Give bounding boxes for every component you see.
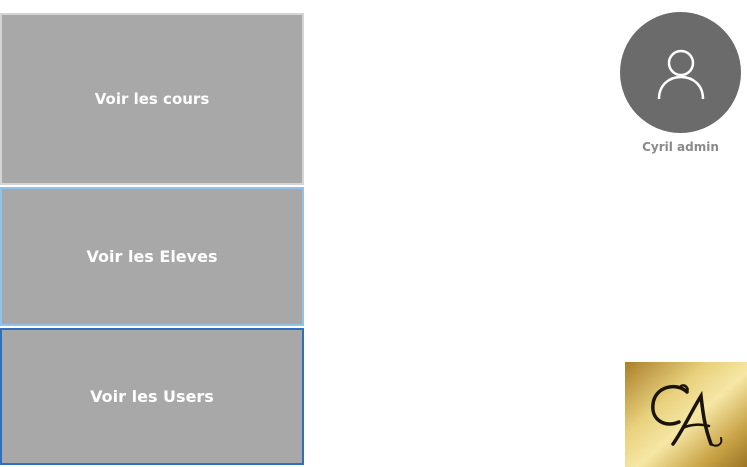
user-silhouette-icon [657,49,704,99]
view-users-button[interactable]: Voir les Users [0,328,304,465]
view-students-button[interactable]: Voir les Eleves [0,187,304,326]
app-window: Voir les cours Voir les Eleves Voir les … [0,0,747,467]
avatar [620,12,741,133]
view-courses-button[interactable]: Voir les cours [0,13,304,185]
view-courses-label: Voir les cours [94,90,210,108]
user-name: Cyril admin [642,140,719,154]
view-users-label: Voir les Users [90,387,214,406]
view-students-label: Voir les Eleves [86,247,218,266]
gold-monogram-logo [625,362,747,467]
